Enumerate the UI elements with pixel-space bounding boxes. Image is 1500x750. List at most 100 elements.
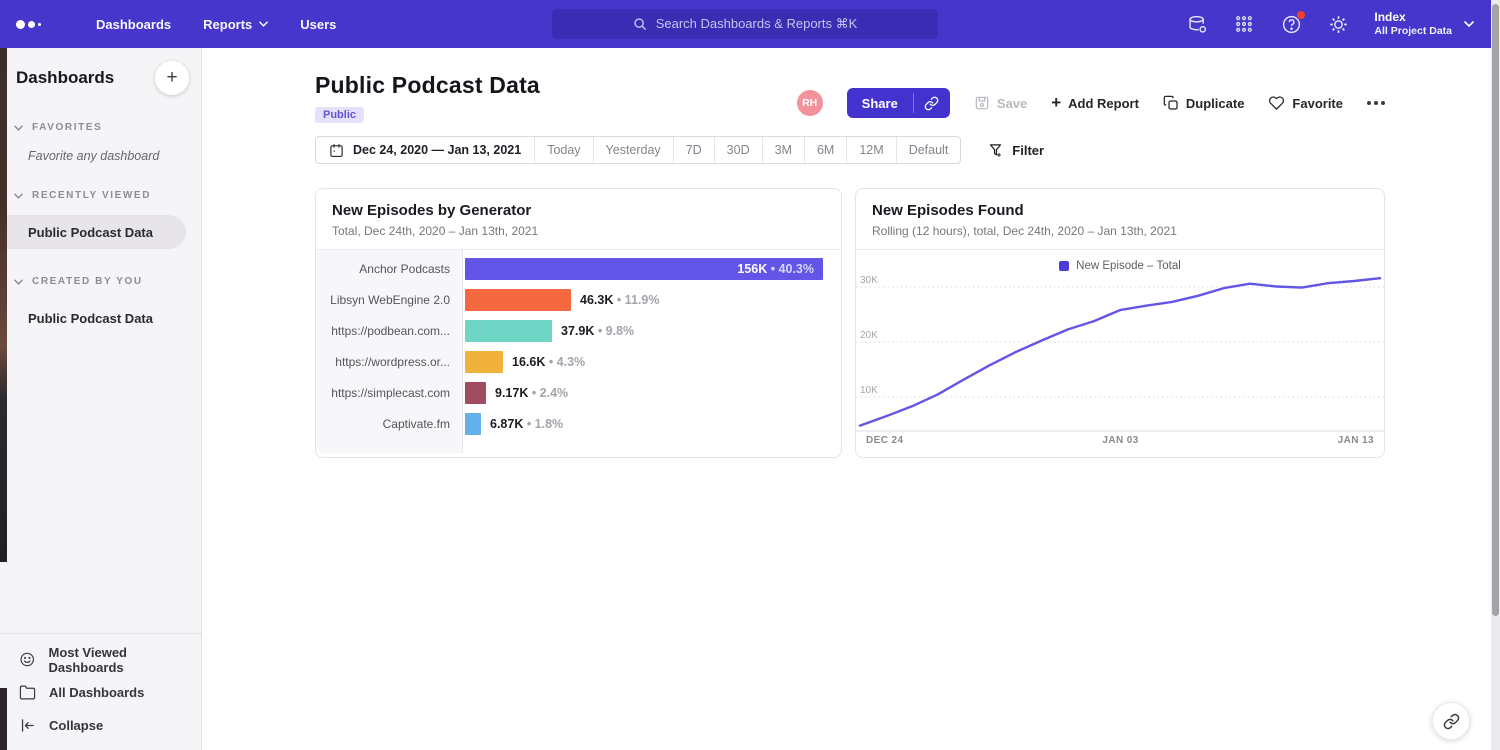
nav-link-users[interactable]: Users xyxy=(284,0,352,48)
bar[interactable] xyxy=(465,413,481,435)
amplitude-logo-icon[interactable] xyxy=(16,20,56,29)
add-report-button[interactable]: + Add Report xyxy=(1051,93,1139,113)
bar-row: https://simplecast.com9.17K • 2.4% xyxy=(316,377,841,408)
apps-grid-icon[interactable] xyxy=(1233,13,1255,35)
preset-yesterday[interactable]: Yesterday xyxy=(593,137,673,163)
project-selector[interactable]: Index All Project Data xyxy=(1374,10,1474,38)
preset-today[interactable]: Today xyxy=(534,137,592,163)
nav-link-reports-label: Reports xyxy=(203,17,252,32)
filter-button[interactable]: Filter xyxy=(988,143,1044,158)
save-button[interactable]: Save xyxy=(974,95,1027,111)
bar-category-label: https://wordpress.or... xyxy=(316,355,463,369)
search-placeholder: Search Dashboards & Reports ⌘K xyxy=(656,16,858,32)
bar-row: Libsyn WebEngine 2.046.3K • 11.9% xyxy=(316,284,841,315)
sidebar: Dashboards + FAVORITES Favorite any dash… xyxy=(0,48,202,750)
chart-subtitle: Total, Dec 24th, 2020 – Jan 13th, 2021 xyxy=(332,224,825,238)
copy-link-fab[interactable] xyxy=(1432,702,1470,740)
new-dashboard-button[interactable]: + xyxy=(155,61,189,95)
help-icon[interactable] xyxy=(1280,13,1302,35)
favorites-header-label: FAVORITES xyxy=(32,122,102,133)
line-chart[interactable]: 10K20K30K xyxy=(856,274,1384,432)
most-viewed-dashboards-button[interactable]: Most Viewed Dashboards xyxy=(0,643,201,676)
date-range-label: Dec 24, 2020 — Jan 13, 2021 xyxy=(353,143,521,157)
nav-links: Dashboards Reports Users xyxy=(80,0,352,48)
legend-label: New Episode – Total xyxy=(1076,260,1181,272)
folder-icon xyxy=(19,684,36,701)
duplicate-button[interactable]: Duplicate xyxy=(1163,95,1245,111)
y-tick-label: 10K xyxy=(860,385,878,396)
collapse-label: Collapse xyxy=(49,718,103,733)
bar[interactable] xyxy=(465,320,552,342)
smiley-icon xyxy=(19,651,35,668)
share-link-icon[interactable] xyxy=(914,88,950,118)
header-actions: RH Share Save + Add Report Duplicate Fav… xyxy=(797,88,1385,118)
notification-badge xyxy=(1296,10,1306,20)
bar[interactable] xyxy=(465,289,571,311)
duplicate-icon xyxy=(1163,95,1179,111)
sidebar-footer: Most Viewed Dashboards All Dashboards Co… xyxy=(0,633,201,744)
data-sources-icon[interactable] xyxy=(1186,13,1208,35)
preset-30d[interactable]: 30D xyxy=(714,137,762,163)
page-scrollbar[interactable] xyxy=(1491,0,1500,750)
bar-track: 37.9K • 9.8% xyxy=(465,320,841,342)
chart-card-new-episodes-by-generator: New Episodes by Generator Total, Dec 24t… xyxy=(315,188,842,458)
line-series-new-episode-total[interactable] xyxy=(860,278,1380,425)
nav-link-reports[interactable]: Reports xyxy=(187,0,284,48)
nav-right-icons: Index All Project Data xyxy=(1186,0,1474,48)
favorite-button[interactable]: Favorite xyxy=(1268,95,1343,111)
recently-viewed-header-label: RECENTLY VIEWED xyxy=(32,190,151,201)
bar-row: Captivate.fm6.87K • 1.8% xyxy=(316,408,841,439)
bar-chart: Anchor Podcasts156K • 40.3%Libsyn WebEng… xyxy=(316,250,841,439)
main-content: Public Podcast Data Public RH Share Save… xyxy=(203,48,1500,750)
x-tick-jan-13: JAN 13 xyxy=(1338,435,1374,446)
recently-viewed-section-header[interactable]: RECENTLY VIEWED xyxy=(0,190,201,201)
toolbar: Dec 24, 2020 — Jan 13, 2021 Today Yester… xyxy=(315,136,1044,164)
filter-funnel-icon xyxy=(988,143,1003,158)
preset-3m[interactable]: 3M xyxy=(762,137,804,163)
preset-7d[interactable]: 7D xyxy=(673,137,714,163)
bar-track: 6.87K • 1.8% xyxy=(465,413,841,435)
bar[interactable] xyxy=(465,351,503,373)
bar[interactable] xyxy=(465,382,486,404)
preset-12m[interactable]: 12M xyxy=(846,137,895,163)
bar-value-label: 46.3K • 11.9% xyxy=(580,293,659,307)
search-input[interactable]: Search Dashboards & Reports ⌘K xyxy=(552,9,938,39)
scrollbar-thumb[interactable] xyxy=(1492,4,1499,616)
public-badge: Public xyxy=(315,107,364,123)
more-options-button[interactable] xyxy=(1367,101,1385,105)
created-by-you-header-label: CREATED BY YOU xyxy=(32,276,143,287)
favorites-section-header[interactable]: FAVORITES xyxy=(0,122,201,133)
bar[interactable]: 156K • 40.3% xyxy=(465,258,823,280)
created-by-you-section-header[interactable]: CREATED BY YOU xyxy=(0,276,201,287)
bar-track: 156K • 40.3% xyxy=(465,258,841,280)
bar-row: Anchor Podcasts156K • 40.3% xyxy=(316,253,841,284)
page-title: Public Podcast Data xyxy=(315,72,540,99)
add-report-label: Add Report xyxy=(1068,96,1139,111)
save-label: Save xyxy=(997,96,1027,111)
nav-link-dashboards-label: Dashboards xyxy=(96,17,171,32)
chevron-down-icon xyxy=(259,21,268,27)
collapse-sidebar-button[interactable]: Collapse xyxy=(0,709,201,742)
share-button[interactable]: Share xyxy=(847,88,950,118)
chevron-down-icon xyxy=(14,125,23,131)
avatar[interactable]: RH xyxy=(797,90,823,116)
all-dashboards-button[interactable]: All Dashboards xyxy=(0,676,201,709)
preset-6m[interactable]: 6M xyxy=(804,137,846,163)
chevron-down-icon xyxy=(14,193,23,199)
bar-value-label: 37.9K • 9.8% xyxy=(561,324,634,338)
preset-default[interactable]: Default xyxy=(896,137,961,163)
sidebar-item-created-public-podcast-data[interactable]: Public Podcast Data xyxy=(0,301,201,335)
settings-gear-icon[interactable] xyxy=(1327,13,1349,35)
chevron-down-icon xyxy=(1464,21,1474,27)
nav-link-dashboards[interactable]: Dashboards xyxy=(80,0,187,48)
project-scope: All Project Data xyxy=(1374,25,1452,38)
chart-card-new-episodes-found: New Episodes Found Rolling (12 hours), t… xyxy=(855,188,1385,458)
bar-value-label: 16.6K • 4.3% xyxy=(512,355,585,369)
date-range-picker[interactable]: Dec 24, 2020 — Jan 13, 2021 xyxy=(316,137,534,163)
date-range-control: Dec 24, 2020 — Jan 13, 2021 Today Yester… xyxy=(315,136,961,164)
sidebar-item-recent-public-podcast-data[interactable]: Public Podcast Data xyxy=(0,215,186,249)
background-window-sliver xyxy=(0,48,7,562)
bar-value-label: 6.87K • 1.8% xyxy=(490,417,563,431)
project-name: Index xyxy=(1374,10,1452,25)
sidebar-title: Dashboards xyxy=(16,68,114,88)
